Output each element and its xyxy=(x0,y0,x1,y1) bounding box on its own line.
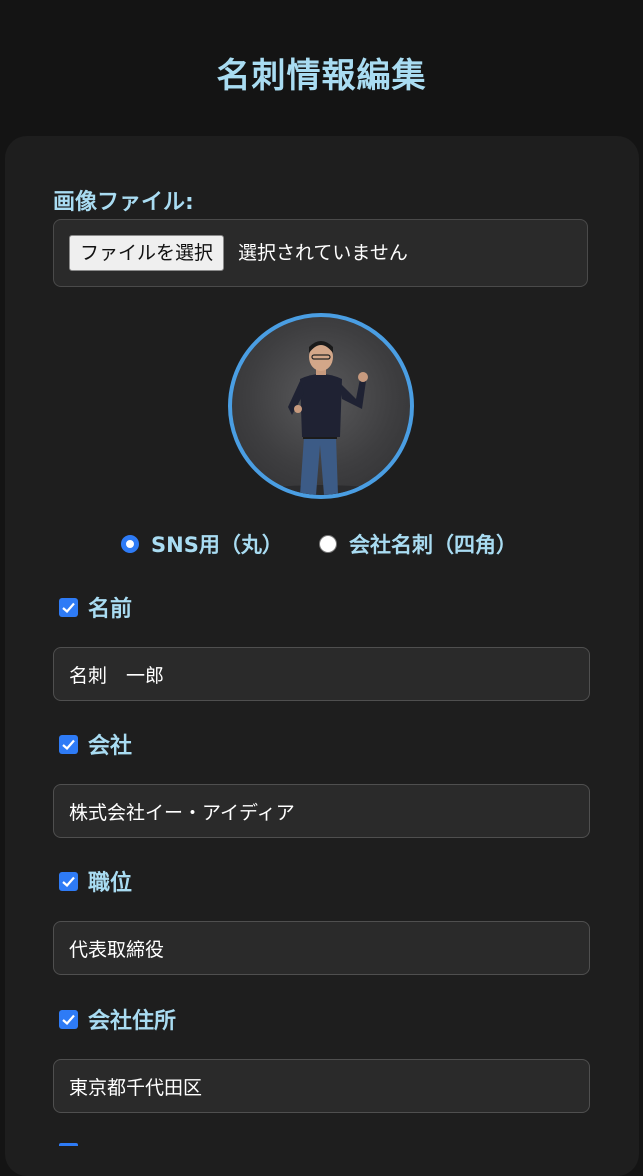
radio-sns-round[interactable]: SNS用（丸） xyxy=(121,528,283,560)
field-address-label: 会社住所 xyxy=(88,1009,177,1034)
radio-company-square[interactable]: 会社名刺（四角） xyxy=(319,528,517,560)
address-input[interactable] xyxy=(53,1059,590,1113)
page-title: 名刺情報編集 xyxy=(216,56,427,96)
image-file-input[interactable]: ファイルを選択 選択されていません xyxy=(53,219,588,287)
checkbox-checked-icon[interactable] xyxy=(59,597,78,617)
position-input[interactable] xyxy=(53,921,590,975)
choose-file-button[interactable]: ファイルを選択 xyxy=(69,235,225,271)
radio-unselected-icon[interactable] xyxy=(319,535,337,553)
field-company-label: 会社 xyxy=(88,734,133,759)
image-file-label: 画像ファイル: xyxy=(53,190,194,215)
field-address-toggle[interactable]: 会社住所 xyxy=(59,1002,176,1036)
name-input[interactable] xyxy=(53,647,590,701)
company-input[interactable] xyxy=(53,784,590,838)
field-company-toggle[interactable]: 会社 xyxy=(59,727,132,761)
field-position-toggle[interactable]: 職位 xyxy=(59,864,132,898)
checkbox-checked-icon[interactable] xyxy=(59,871,78,891)
field-name-label: 名前 xyxy=(88,597,133,622)
file-status-text: 選択されていません xyxy=(238,242,408,264)
field-name-toggle[interactable]: 名前 xyxy=(59,590,132,624)
radio-selected-icon[interactable] xyxy=(121,535,139,553)
person-photo-icon xyxy=(251,341,391,495)
radio-company-label: 会社名刺（四角） xyxy=(349,533,517,557)
radio-sns-label: SNS用（丸） xyxy=(151,533,283,557)
avatar-preview xyxy=(228,313,414,499)
field-position-label: 職位 xyxy=(88,871,133,896)
checkbox-checked-icon[interactable] xyxy=(59,734,78,754)
next-field-partial xyxy=(53,1132,253,1146)
checkbox-checked-icon[interactable] xyxy=(59,1009,78,1029)
